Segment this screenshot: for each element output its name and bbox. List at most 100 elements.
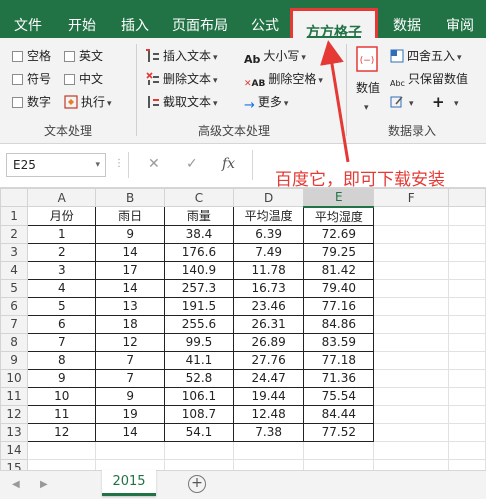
cell[interactable]: 4 <box>27 278 97 298</box>
column-header-d[interactable]: D <box>233 188 305 207</box>
row-header[interactable]: 6 <box>0 296 29 316</box>
cell[interactable] <box>447 440 486 460</box>
cell[interactable] <box>373 206 449 226</box>
cell[interactable]: 77.16 <box>303 296 375 316</box>
cell[interactable]: 75.54 <box>303 386 375 406</box>
row-header[interactable]: 14 <box>0 440 29 460</box>
cell[interactable]: 8 <box>27 350 97 370</box>
cell[interactable] <box>163 458 235 470</box>
cell[interactable] <box>447 296 486 316</box>
cell[interactable]: 13 <box>95 296 165 316</box>
add-sheet-button[interactable]: + <box>188 475 206 493</box>
cell[interactable] <box>447 224 486 244</box>
cell[interactable]: 12.48 <box>233 404 305 424</box>
cell[interactable] <box>447 206 486 226</box>
cell[interactable] <box>373 242 449 262</box>
cell[interactable]: 38.4 <box>163 224 235 244</box>
cell[interactable] <box>447 278 486 298</box>
cell[interactable]: 26.31 <box>233 314 305 334</box>
cell[interactable]: 108.7 <box>163 404 235 424</box>
row-header[interactable]: 11 <box>0 386 29 406</box>
cell[interactable]: 79.40 <box>303 278 375 298</box>
cell[interactable]: 7 <box>95 350 165 370</box>
cell[interactable]: 1 <box>27 224 97 244</box>
cell[interactable]: 17 <box>95 260 165 280</box>
cell[interactable]: 81.42 <box>303 260 375 280</box>
cell-grid[interactable]: A B C D E F 1 月份 雨日 雨量 平均温度 平均湿度 2 1 9 38.4 6.39 72.69 3 2 1… <box>0 188 486 470</box>
cell[interactable]: 18 <box>95 314 165 334</box>
column-header-f[interactable]: F <box>373 188 449 207</box>
cell[interactable] <box>373 350 449 370</box>
cell[interactable]: 12 <box>95 332 165 352</box>
cell[interactable] <box>447 386 486 406</box>
cell[interactable]: 10 <box>27 386 97 406</box>
cell[interactable]: 6.39 <box>233 224 305 244</box>
cell[interactable]: 19.44 <box>233 386 305 406</box>
cell[interactable] <box>373 314 449 334</box>
cell[interactable]: 2 <box>27 242 97 262</box>
cell[interactable]: 14 <box>95 242 165 262</box>
cell[interactable]: 平均湿度 <box>303 206 375 226</box>
cell[interactable]: 11.78 <box>233 260 305 280</box>
cell[interactable]: 6 <box>27 314 97 334</box>
cell[interactable] <box>373 404 449 424</box>
prev-sheet-icon[interactable]: ◀ <box>12 479 20 490</box>
row-header[interactable]: 12 <box>0 404 29 424</box>
cell[interactable]: 72.69 <box>303 224 375 244</box>
row-header[interactable]: 9 <box>0 350 29 370</box>
cell[interactable]: 77.18 <box>303 350 375 370</box>
cell[interactable] <box>163 440 235 460</box>
cell[interactable] <box>447 314 486 334</box>
cell[interactable]: 84.86 <box>303 314 375 334</box>
cell[interactable]: 月份 <box>27 206 97 226</box>
cell[interactable] <box>95 440 165 460</box>
cell[interactable]: 24.47 <box>233 368 305 388</box>
column-header-e[interactable]: E <box>303 188 375 208</box>
cell[interactable] <box>373 386 449 406</box>
cell[interactable]: 14 <box>95 278 165 298</box>
cell[interactable]: 41.1 <box>163 350 235 370</box>
cell[interactable]: 9 <box>95 224 165 244</box>
cell[interactable]: 99.5 <box>163 332 235 352</box>
cell[interactable]: 16.73 <box>233 278 305 298</box>
cell[interactable]: 140.9 <box>163 260 235 280</box>
cell[interactable] <box>447 350 486 370</box>
cell[interactable] <box>373 224 449 244</box>
cell[interactable]: 106.1 <box>163 386 235 406</box>
cell[interactable]: 83.59 <box>303 332 375 352</box>
cell[interactable]: 191.5 <box>163 296 235 316</box>
cell[interactable] <box>373 296 449 316</box>
cell[interactable] <box>447 368 486 388</box>
select-all-corner[interactable] <box>0 188 29 207</box>
cell[interactable]: 9 <box>95 386 165 406</box>
row-header[interactable]: 3 <box>0 242 29 262</box>
cell[interactable]: 77.52 <box>303 422 375 442</box>
row-header[interactable]: 5 <box>0 278 29 298</box>
row-header[interactable]: 1 <box>0 206 29 226</box>
row-header[interactable]: 13 <box>0 422 29 442</box>
cell[interactable]: 71.36 <box>303 368 375 388</box>
cell[interactable]: 52.8 <box>163 368 235 388</box>
row-header[interactable]: 7 <box>0 314 29 334</box>
cell[interactable] <box>373 440 449 460</box>
cell[interactable]: 26.89 <box>233 332 305 352</box>
cell[interactable]: 7.38 <box>233 422 305 442</box>
cell[interactable] <box>447 242 486 262</box>
cell[interactable]: 255.6 <box>163 314 235 334</box>
cell[interactable] <box>233 458 305 470</box>
cell[interactable] <box>373 332 449 352</box>
cell[interactable] <box>303 440 375 460</box>
row-header[interactable]: 15 <box>0 458 29 470</box>
cell[interactable]: 84.44 <box>303 404 375 424</box>
cell[interactable] <box>95 458 165 470</box>
cell[interactable]: 79.25 <box>303 242 375 262</box>
row-header[interactable]: 10 <box>0 368 29 388</box>
cell[interactable] <box>447 458 486 470</box>
cell[interactable]: 27.76 <box>233 350 305 370</box>
cell[interactable]: 23.46 <box>233 296 305 316</box>
cell[interactable] <box>373 368 449 388</box>
sheet-tab-2015[interactable]: 2015 <box>102 470 156 496</box>
cell[interactable] <box>447 332 486 352</box>
cell[interactable] <box>373 422 449 442</box>
cell[interactable]: 7.49 <box>233 242 305 262</box>
